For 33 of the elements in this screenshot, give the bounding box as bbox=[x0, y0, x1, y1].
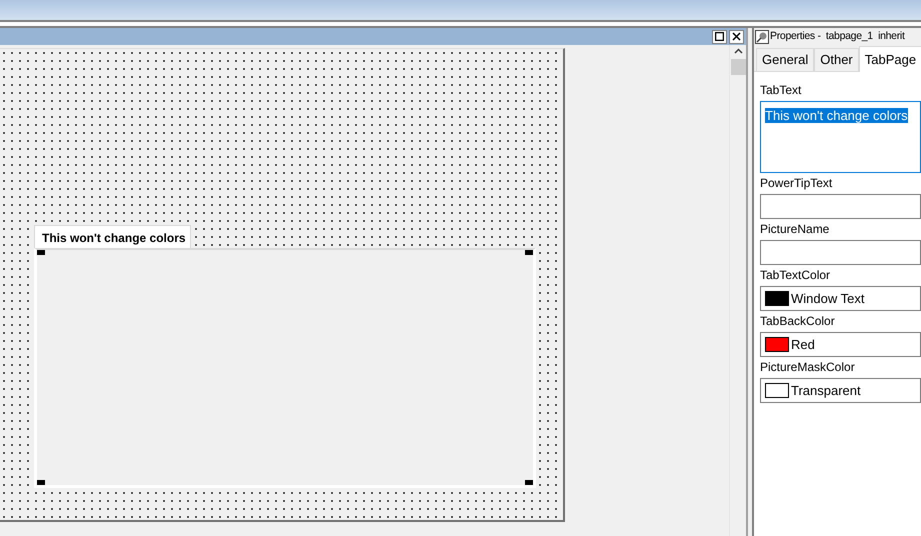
scrollbar[interactable] bbox=[729, 45, 746, 536]
text-field[interactable] bbox=[760, 194, 921, 219]
resize-handle[interactable] bbox=[525, 480, 533, 485]
field-label: TabTextColor bbox=[760, 268, 832, 283]
color-dropdown[interactable]: Transparent bbox=[760, 378, 921, 403]
tab[interactable]: Other bbox=[814, 48, 859, 71]
tab-page[interactable] bbox=[34, 248, 536, 488]
close-icon bbox=[732, 32, 741, 41]
field-label: PictureName bbox=[760, 222, 830, 237]
restore-icon bbox=[715, 32, 724, 41]
field-label: PowerTipText bbox=[760, 176, 834, 191]
scroll-up-icon[interactable] bbox=[734, 48, 742, 54]
field-value: Window Text bbox=[791, 290, 864, 308]
field-value: Transparent bbox=[791, 382, 861, 400]
resize-handle[interactable] bbox=[525, 250, 533, 255]
color-dropdown[interactable]: Window Text bbox=[760, 286, 921, 311]
tab[interactable]: General bbox=[756, 48, 814, 71]
resize-handle[interactable] bbox=[37, 250, 45, 255]
tab[interactable]: TabPage bbox=[858, 46, 921, 72]
tab[interactable]: This won't change colors bbox=[34, 225, 191, 248]
text-field[interactable]: This won't change colors bbox=[760, 101, 921, 173]
field-label: TabBackColor bbox=[760, 314, 836, 329]
field-value: This won't change colors bbox=[765, 108, 908, 123]
close-button[interactable] bbox=[729, 30, 744, 44]
field-label: PictureMaskColor bbox=[760, 360, 856, 375]
color-dropdown[interactable]: Red bbox=[760, 332, 921, 357]
resize-handle[interactable] bbox=[37, 480, 45, 485]
restore-button[interactable] bbox=[712, 30, 727, 44]
panel-title: Properties - tabpage_1 inherit bbox=[770, 28, 905, 44]
text-field[interactable] bbox=[760, 240, 921, 265]
field-value: Red bbox=[791, 336, 815, 354]
field-label: TabText bbox=[760, 83, 802, 98]
scroll-thumb[interactable] bbox=[730, 59, 746, 75]
